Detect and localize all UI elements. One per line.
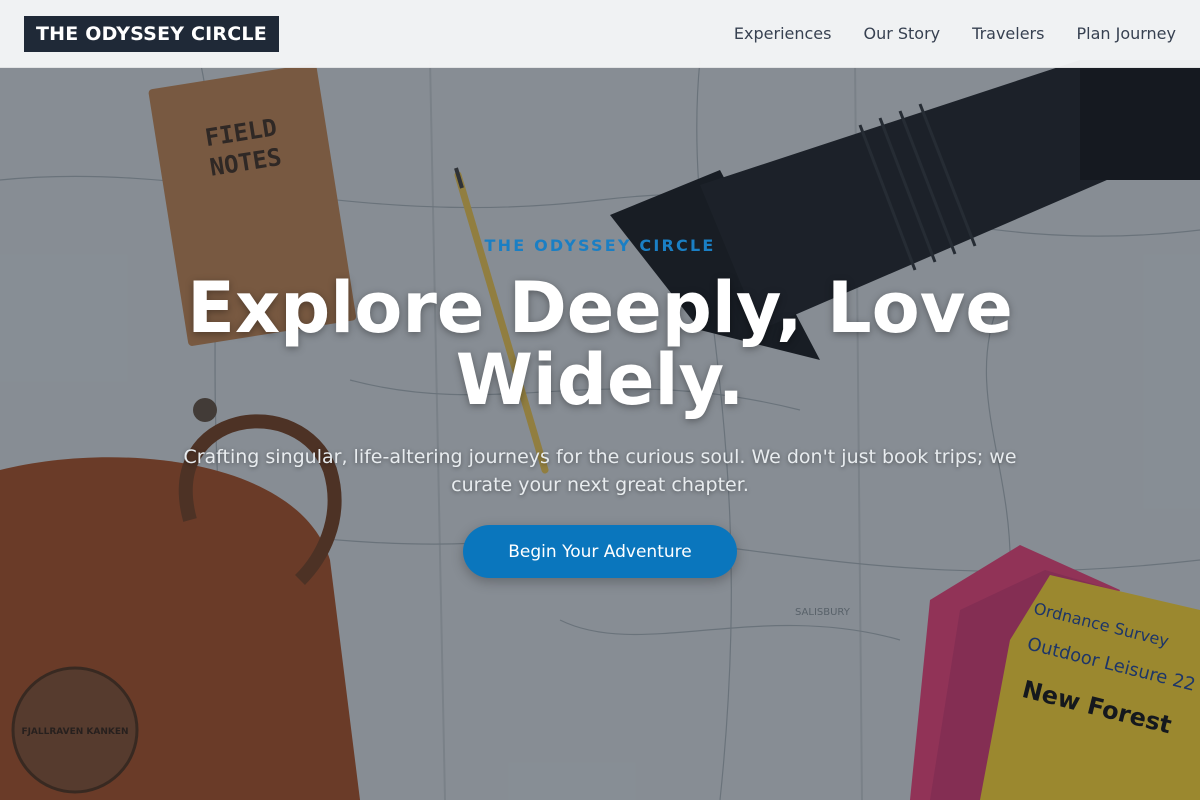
site-logo[interactable]: THE ODYSSEY CIRCLE (24, 15, 279, 52)
hero-headline: Explore Deeply, Love Widely. (187, 267, 1013, 421)
hero-eyebrow: THE ODYSSEY CIRCLE (484, 236, 716, 255)
nav-link-plan-journey[interactable]: Plan Journey (1076, 24, 1176, 43)
begin-adventure-button[interactable]: Begin Your Adventure (463, 525, 737, 578)
nav-link-our-story[interactable]: Our Story (863, 24, 940, 43)
nav-link-travelers[interactable]: Travelers (972, 24, 1044, 43)
site-header: THE ODYSSEY CIRCLE Experiences Our Story… (0, 0, 1200, 68)
main-nav: Experiences Our Story Travelers Plan Jou… (734, 24, 1176, 43)
nav-link-experiences[interactable]: Experiences (734, 24, 832, 43)
page: SALISBURY FIELD NOTES FJALLRAVEN KANKEN … (0, 0, 1200, 800)
hero-subtitle: Crafting singular, life-altering journey… (183, 446, 1017, 496)
hero-section: THE ODYSSEY CIRCLE Explore Deeply, Love … (0, 0, 1200, 800)
